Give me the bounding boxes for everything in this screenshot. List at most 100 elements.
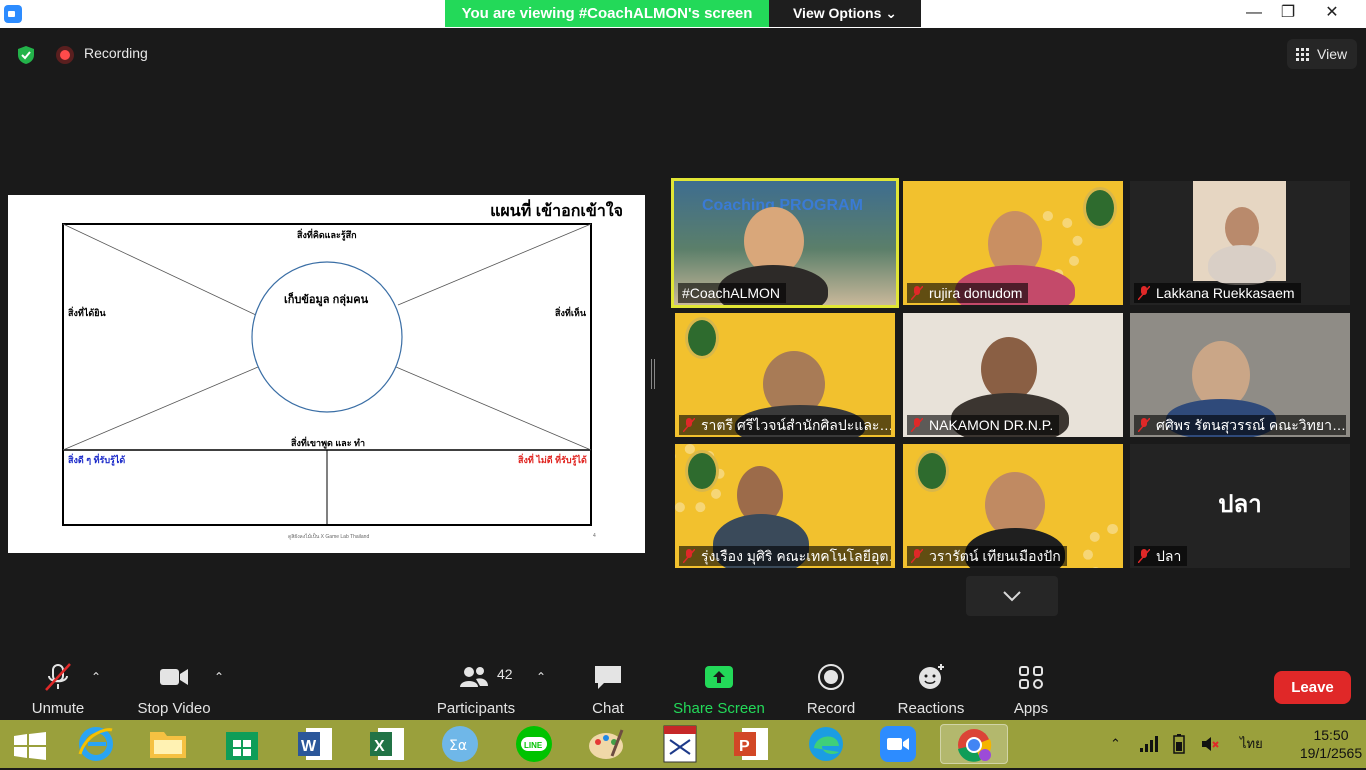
viewing-banner: You are viewing #CoachALMON's screen xyxy=(445,0,769,27)
edge-icon[interactable] xyxy=(806,724,846,764)
participant-name: รุ่งเรือง มุศิริ คณะเทคโนโลยีอุต… xyxy=(679,546,891,566)
muted-mic-icon xyxy=(683,549,695,563)
meeting-toolbar: Unmute ⌃ Stop Video ⌃ 42 Participants ⌃ … xyxy=(0,658,1366,720)
excel-icon[interactable]: X xyxy=(368,724,408,764)
participant-tile[interactable]: ศศิพร รัตนสุวรรณ์ คณะวิทยา… xyxy=(1130,313,1350,437)
security-shield-icon[interactable] xyxy=(16,45,36,65)
participants-button[interactable]: 42 Participants xyxy=(430,658,522,720)
leave-button[interactable]: Leave xyxy=(1274,671,1351,704)
participants-options-caret-icon[interactable]: ⌃ xyxy=(536,670,546,684)
svg-text:X: X xyxy=(374,738,385,755)
share-screen-label: Share Screen xyxy=(673,700,765,717)
svg-text:LINE: LINE xyxy=(524,741,543,750)
participant-video xyxy=(981,337,1037,401)
unmute-button[interactable]: Unmute xyxy=(22,658,94,720)
input-language-indicator[interactable]: ไทย xyxy=(1240,720,1263,768)
restore-button[interactable]: ❐ xyxy=(1268,0,1308,28)
center-label: เก็บข้อมูล กลุ่มคน xyxy=(284,294,369,306)
shared-screen: แผนที่ เข้าอกเข้าใจ สิ่งที่คิดและรู้สึก … xyxy=(8,195,645,553)
participant-tile[interactable]: Coaching PROGRAM #CoachALMON xyxy=(671,178,899,308)
video-options-caret-icon[interactable]: ⌃ xyxy=(214,670,224,684)
participant-tile[interactable]: ปลา ปลา xyxy=(1130,444,1350,568)
participants-label: Participants xyxy=(436,700,516,717)
participant-tile[interactable]: rujira donudom xyxy=(903,181,1123,305)
participant-name: ราตรี ศรีไวจน์สำนักศิลปะและ… xyxy=(679,415,891,435)
file-explorer-icon[interactable] xyxy=(148,724,188,764)
next-page-button[interactable] xyxy=(966,576,1058,616)
participant-tile[interactable]: รุ่งเรือง มุศิริ คณะเทคโนโลยีอุต… xyxy=(675,444,895,568)
pain-label: สิ่งที่ ไม่ดี ที่รับรู้ได้ xyxy=(518,455,587,465)
participant-name: rujira donudom xyxy=(907,283,1029,303)
university-seal-icon xyxy=(915,450,949,492)
windows-taskbar: W X Σα LINE P ⌃ ไทย 15:50 19/1/2565 xyxy=(0,720,1366,768)
windows-start-icon[interactable] xyxy=(14,732,46,760)
bottom-quadrant-label: สิ่งที่เขาพูด และ ทำ xyxy=(291,438,366,448)
speaker-muted-icon[interactable] xyxy=(1200,734,1220,754)
right-quadrant-label: สิ่งที่เห็น xyxy=(555,308,586,318)
powerpoint-icon[interactable]: P xyxy=(732,724,772,764)
share-screen-button[interactable]: Share Screen xyxy=(670,658,768,720)
record-button[interactable]: Record xyxy=(800,658,862,720)
battery-icon[interactable] xyxy=(1170,734,1188,754)
math-input-icon[interactable]: Σα xyxy=(440,724,480,764)
participant-tile[interactable]: NAKAMON DR.N.P. xyxy=(903,313,1123,437)
show-hidden-icons-icon[interactable]: ⌃ xyxy=(1110,720,1121,768)
paint-icon[interactable] xyxy=(586,724,626,764)
participant-tile[interactable]: Lakkana Ruekkasaem xyxy=(1130,181,1350,305)
zoom-app-icon xyxy=(4,5,22,23)
audio-options-caret-icon[interactable]: ⌃ xyxy=(91,670,101,684)
muted-mic-icon xyxy=(911,418,923,432)
apps-icon xyxy=(1019,666,1043,689)
clock-time: 15:50 xyxy=(1313,727,1349,743)
muted-mic-icon xyxy=(45,663,71,691)
muted-mic-icon xyxy=(911,286,923,300)
muted-mic-icon xyxy=(1138,418,1150,432)
participant-tile[interactable]: ราตรี ศรีไวจน์สำนักศิลปะและ… xyxy=(675,313,895,437)
view-options-button[interactable]: View Options ⌄ xyxy=(769,0,921,27)
lisrel-icon[interactable] xyxy=(660,724,700,764)
share-screen-icon xyxy=(705,666,733,688)
view-button[interactable]: View xyxy=(1287,39,1357,69)
top-quadrant-label: สิ่งที่คิดและรู้สึก xyxy=(297,230,357,240)
record-label: Record xyxy=(806,700,856,717)
apps-button[interactable]: Apps xyxy=(1006,658,1056,720)
participant-tile[interactable]: วรารัตน์ เทียนเมืองปัก xyxy=(903,444,1123,568)
university-seal-icon xyxy=(685,450,719,492)
reactions-label: Reactions xyxy=(897,700,965,717)
svg-text:Σα: Σα xyxy=(449,738,467,754)
line-app-icon[interactable]: LINE xyxy=(514,724,554,764)
svg-text:W: W xyxy=(301,738,317,755)
chat-bubble-icon xyxy=(595,666,621,689)
stop-video-label: Stop Video xyxy=(137,700,211,717)
participant-name: ปลา xyxy=(1134,546,1188,566)
internet-explorer-icon[interactable] xyxy=(76,724,116,764)
zoom-taskbar-icon[interactable] xyxy=(878,724,918,764)
gain-label: สิ่งดี ๆ ที่รับรู้ได้ xyxy=(68,455,126,465)
grid-view-icon xyxy=(1296,48,1309,61)
taskbar-clock[interactable]: 15:50 19/1/2565 xyxy=(1298,726,1364,762)
participant-name: วรารัตน์ เทียนเมืองปัก xyxy=(907,546,1067,566)
empathy-map-diagram xyxy=(62,223,592,526)
record-icon xyxy=(818,664,844,690)
participant-display-name: ปลา xyxy=(1218,491,1262,518)
stop-video-button[interactable]: Stop Video xyxy=(134,658,214,720)
participant-name: ศศิพร รัตนสุวรรณ์ คณะวิทยา… xyxy=(1134,415,1346,435)
chrome-icon[interactable] xyxy=(940,724,1008,764)
chevron-down-icon xyxy=(1003,591,1021,602)
participant-name: NAKAMON DR.N.P. xyxy=(907,415,1060,435)
store-icon[interactable] xyxy=(222,724,262,764)
word-icon[interactable]: W xyxy=(296,724,336,764)
slide-footer: ดูสิยังลงไม้เป็น X Game Lab Thailand xyxy=(288,534,370,540)
muted-mic-icon xyxy=(911,549,923,563)
chat-button[interactable]: Chat xyxy=(582,658,634,720)
participants-count: 42 xyxy=(497,666,513,682)
reactions-emoji-icon xyxy=(919,664,944,689)
close-button[interactable]: ✕ xyxy=(1312,0,1352,28)
unmute-label: Unmute xyxy=(31,700,85,717)
panel-resize-handle[interactable] xyxy=(651,359,655,389)
left-quadrant-label: สิ่งที่ได้ยิน xyxy=(68,308,106,318)
muted-mic-icon xyxy=(1138,549,1150,563)
apps-label: Apps xyxy=(1013,700,1049,717)
reactions-button[interactable]: Reactions xyxy=(894,658,968,720)
network-signal-icon[interactable] xyxy=(1140,736,1158,752)
